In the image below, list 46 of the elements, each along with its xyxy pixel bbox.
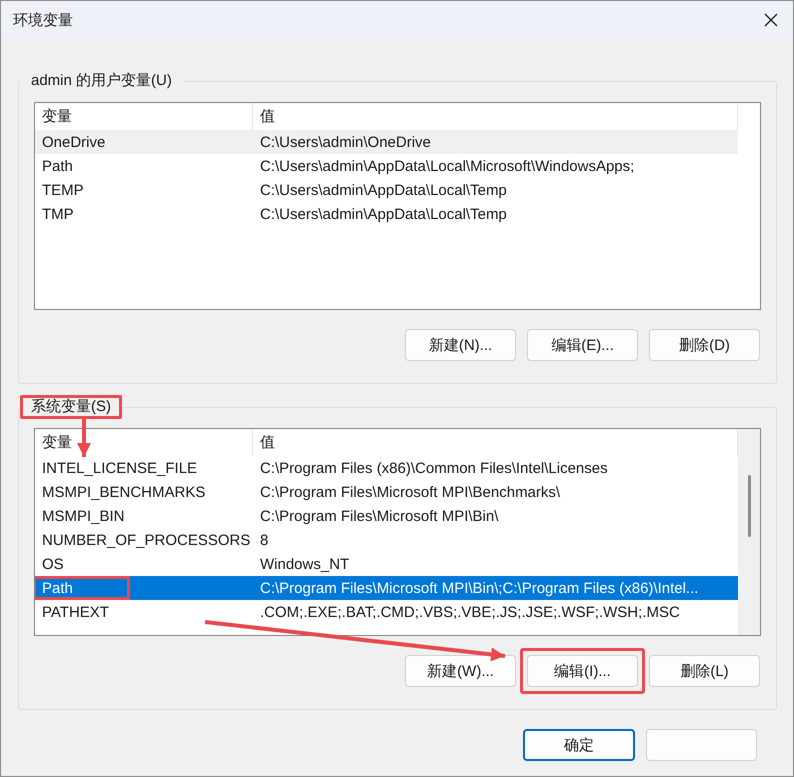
close-icon[interactable] [763, 12, 779, 28]
variable-row[interactable]: PATHEXT .COM;.EXE;.BAT;.CMD;.VBS;.VBE;.JS;.JSE;.WSF;.WSH;.MSC [35, 600, 738, 624]
variable-name: Path [42, 158, 73, 174]
variable-value: C:\Program Files\Microsoft MPI\Benchmarks\ [259, 484, 562, 500]
group-label: admin 的用户变量(U) [31, 72, 172, 89]
dialog-button[interactable]: 删除(L) [649, 655, 760, 687]
variable-value: 8 [259, 532, 270, 548]
variable-value: C:\Program Files\Microsoft MPI\Bin\ [259, 508, 500, 524]
dialog-button[interactable]: 新建(N)... [405, 329, 516, 361]
variable-row[interactable]: Path C:\Users\admin\AppData\Local\Microsoft\WindowsApps; [35, 154, 738, 178]
variable-value: C:\Users\admin\AppData\Local\Temp [259, 206, 508, 222]
dialog-button[interactable]: 新建(W)... [405, 655, 516, 687]
variable-value: C:\Program Files (x86)\Common Files\Intel\Licenses [259, 460, 609, 476]
window-title: 环境变量 [13, 10, 73, 30]
variable-value: .COM;.EXE;.BAT;.CMD;.VBS;.VBE;.JS;.JSE;.WSF;.WSH;.MSC [259, 604, 681, 620]
variable-value: Windows_NT [259, 556, 350, 572]
variable-name: MSMPI_BENCHMARKS [42, 484, 206, 500]
variable-name: PATHEXT [42, 604, 109, 620]
variable-name: TMP [42, 206, 74, 222]
variable-row[interactable]: MSMPI_BENCHMARKS C:\Program Files\Microsoft MPI\Benchmarks\ [35, 480, 738, 504]
variable-row[interactable]: OS Windows_NT [35, 552, 738, 576]
variable-row[interactable]: TMP C:\Users\admin\AppData\Local\Temp [35, 202, 738, 226]
variable-row[interactable]: INTEL_LICENSE_FILE C:\Program Files (x86)\Common Files\Intel\Licenses [35, 456, 738, 480]
dialog-button[interactable]: 编辑(E)... [527, 329, 638, 361]
variable-row[interactable]: MSMPI_BIN C:\Program Files\Microsoft MPI\Bin\ [35, 504, 738, 528]
dialog-button[interactable] [646, 729, 757, 761]
variable-name: INTEL_LICENSE_FILE [42, 460, 198, 476]
variable-value: C:\Users\admin\AppData\Local\Microsoft\WindowsApps; [259, 158, 636, 174]
group-label: 系统变量(S) [31, 398, 111, 415]
variable-name: MSMPI_BIN [42, 508, 125, 524]
variable-value: C:\Users\admin\AppData\Local\Temp [259, 182, 508, 198]
variable-name: OS [42, 556, 64, 572]
variable-value: C:\Users\admin\OneDrive [259, 134, 432, 150]
variable-name: NUMBER_OF_PROCESSORS [42, 532, 250, 548]
variable-row[interactable]: Path C:\Program Files\Microsoft MPI\Bin\;C:\Program Files (x86)\Intel... [35, 576, 738, 600]
variable-row[interactable]: NUMBER_OF_PROCESSORS 8 [35, 528, 738, 552]
scrollbar[interactable] [738, 429, 760, 635]
variable-name: TEMP [42, 182, 84, 198]
variable-name: OneDrive [42, 134, 106, 150]
variable-value: C:\Program Files\Microsoft MPI\Bin\;C:\Program Files (x86)\Intel... [259, 580, 700, 596]
dialog-button[interactable]: 编辑(I)... [527, 655, 638, 687]
variable-row[interactable]: TEMP C:\Users\admin\AppData\Local\Temp [35, 178, 738, 202]
variable-name: Path [42, 580, 73, 596]
dialog-button[interactable]: 删除(D) [649, 329, 760, 361]
ok-button[interactable]: 确定 [523, 729, 635, 761]
variable-row[interactable]: OneDrive C:\Users\admin\OneDrive [35, 130, 738, 154]
